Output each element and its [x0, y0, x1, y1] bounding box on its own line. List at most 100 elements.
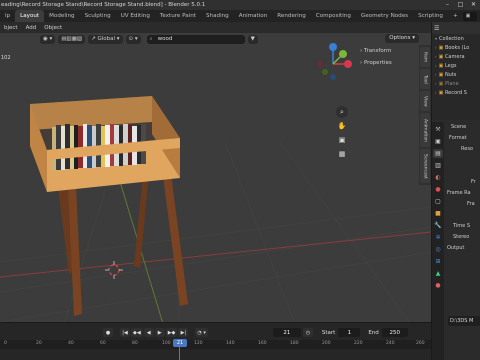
- prop-row-frame: Fr: [471, 179, 476, 185]
- ruler-tick: 220: [354, 341, 363, 346]
- scene-selector[interactable]: ▣: [462, 11, 477, 21]
- object-icon[interactable]: ■: [433, 209, 443, 218]
- outliner-label: Collection: [439, 36, 464, 42]
- outliner-row-camera[interactable]: › ▣ Camera: [432, 52, 480, 61]
- particles-icon[interactable]: ✲: [433, 233, 443, 242]
- output-path-field[interactable]: D:\3DS M: [448, 316, 480, 326]
- current-frame-field[interactable]: 21: [272, 328, 301, 337]
- close-button[interactable]: ✕: [467, 0, 480, 10]
- ruler-tick: 180: [290, 341, 299, 346]
- options-dropdown[interactable]: Options ▾: [385, 34, 419, 43]
- filter-dropdown[interactable]: ▼: [247, 34, 258, 44]
- tab-layout[interactable]: Layout: [15, 10, 45, 22]
- tool-settings-icon[interactable]: ⚒: [433, 125, 443, 134]
- tab-screencast[interactable]: Screencast: [420, 149, 430, 183]
- search-input[interactable]: [146, 34, 245, 44]
- tab-animation[interactable]: Animation: [234, 10, 273, 22]
- panel-properties[interactable]: › Properties: [356, 57, 418, 69]
- tab-modeling[interactable]: Modeling: [44, 10, 79, 22]
- tab-texture-paint[interactable]: Texture Paint: [155, 10, 201, 22]
- ruler-tick: 100: [162, 341, 171, 346]
- use-preview-range-toggle[interactable]: ◷: [302, 328, 313, 337]
- pivot-dropdown[interactable]: ⊙ ▾: [125, 34, 141, 44]
- next-keyframe-button[interactable]: ▶◆: [165, 328, 178, 337]
- timeline-ruler[interactable]: 0 20 40 60 80 100 120 140 160 180 200 22…: [0, 340, 431, 349]
- menu-object[interactable]: Object: [40, 25, 66, 31]
- gizmo-y-axis[interactable]: [339, 50, 347, 58]
- hand-pan-icon[interactable]: ✋: [336, 120, 348, 132]
- material-icon[interactable]: ●: [433, 281, 443, 290]
- menu-add[interactable]: Add: [22, 25, 41, 31]
- options-label: Options: [389, 35, 411, 41]
- constraints-icon[interactable]: ⊞: [433, 257, 443, 266]
- tab-geometry-nodes[interactable]: Geometry Nodes: [356, 10, 413, 22]
- view-layer-icon[interactable]: ▥: [433, 161, 443, 170]
- start-frame-field[interactable]: 1: [338, 328, 361, 337]
- tab-rendering[interactable]: Rendering: [272, 10, 311, 22]
- prop-row-format[interactable]: Format: [445, 133, 480, 144]
- outliner-row-legs[interactable]: › ▣ Legs: [432, 61, 480, 70]
- modifier-wrench-icon[interactable]: 🔧: [433, 221, 443, 230]
- tab-shading[interactable]: Shading: [201, 10, 234, 22]
- prop-row-output[interactable]: Output: [445, 243, 480, 254]
- tab-item[interactable]: Item: [420, 47, 430, 67]
- scene-prop-icon[interactable]: ◐: [433, 173, 443, 182]
- perspective-grid-icon[interactable]: ▦: [336, 148, 348, 160]
- collection-prop-icon[interactable]: ▢: [433, 197, 443, 206]
- tab-tool[interactable]: Tool: [420, 69, 430, 89]
- gizmo-neg-x[interactable]: [317, 61, 323, 67]
- gizmo-neg-z[interactable]: [330, 74, 336, 80]
- navigation-gizmo[interactable]: [317, 43, 352, 80]
- playhead[interactable]: 21: [173, 339, 187, 347]
- outliner-row-nuts[interactable]: › ▣ Nuts: [432, 70, 480, 79]
- tab-sculpting[interactable]: Sculpting: [80, 10, 116, 22]
- playback-mode-dropdown[interactable]: ◔ ▾: [195, 328, 208, 337]
- prev-keyframe-button[interactable]: ◆◀: [131, 328, 143, 337]
- add-workspace-button[interactable]: +: [448, 10, 463, 22]
- zoom-icon[interactable]: ⌕: [336, 106, 348, 118]
- data-icon[interactable]: ▲: [433, 269, 443, 278]
- prop-row-stereoscopy[interactable]: Stereo: [445, 232, 480, 243]
- outliner-row-record-stand[interactable]: › ▣ Record S: [432, 88, 480, 97]
- tab-uv-editing[interactable]: UV Editing: [116, 10, 155, 22]
- render-icon[interactable]: ▣: [433, 137, 443, 146]
- tab-scripting[interactable]: Scripting: [413, 10, 448, 22]
- play-reverse-button[interactable]: ◀: [143, 328, 154, 337]
- 3d-viewport[interactable]: bject Add Object ◉ ▾ ▤▥▦▧ ↗ Global ▾ ⊙ ▾…: [0, 22, 431, 337]
- end-frame-field[interactable]: 250: [381, 328, 408, 337]
- play-button[interactable]: ▶: [154, 328, 165, 337]
- tab-animation-sidebar[interactable]: Animation: [420, 113, 430, 147]
- outliner-row-collection[interactable]: ▾ Collection: [432, 34, 480, 43]
- tab-compositing[interactable]: Compositing: [311, 10, 356, 22]
- gizmo-x-axis[interactable]: [344, 60, 352, 68]
- ruler-tick: 240: [386, 341, 395, 346]
- tab-view[interactable]: View: [420, 91, 430, 111]
- outliner-filter-icon[interactable]: ☰: [434, 25, 439, 32]
- camera-view-icon[interactable]: ▣: [336, 134, 348, 146]
- prop-row-time-stretching[interactable]: Time S: [445, 221, 480, 232]
- minimize-button[interactable]: –: [441, 0, 454, 10]
- jump-start-button[interactable]: |◀: [120, 328, 130, 337]
- viewport-canvas[interactable]: [0, 22, 431, 337]
- outliner-row-plane[interactable]: › ▣ Plane: [432, 79, 480, 88]
- panel-transform[interactable]: › Transform: [356, 45, 418, 57]
- autokey-button[interactable]: ●: [103, 328, 113, 337]
- outliner-label: Record S: [444, 90, 467, 96]
- workspace-bar: lp Layout Modeling Sculpting UV Editing …: [0, 10, 480, 22]
- menu-object-mode[interactable]: bject: [0, 25, 22, 31]
- view-toggle[interactable]: ◉ ▾: [40, 34, 56, 44]
- 3d-cursor[interactable]: [105, 261, 123, 279]
- physics-icon[interactable]: ◎: [433, 245, 443, 254]
- prop-row-frame-rate[interactable]: Frame Ra: [445, 188, 480, 199]
- maximize-button[interactable]: □: [454, 0, 467, 10]
- filter-toggles[interactable]: ▤▥▦▧: [58, 34, 86, 44]
- help-menu[interactable]: lp: [0, 10, 15, 22]
- end-label: End: [368, 329, 379, 336]
- play-reverse-icon: ◀: [146, 329, 151, 336]
- output-icon[interactable]: ▤: [433, 149, 443, 158]
- outliner-row-books[interactable]: › ▣ Books (Lo: [432, 43, 480, 52]
- gizmo-neg-y[interactable]: [322, 69, 328, 75]
- jump-end-button[interactable]: ▶|: [178, 328, 189, 337]
- world-icon[interactable]: ●: [433, 185, 443, 194]
- orientation-dropdown[interactable]: ↗ Global ▾: [88, 34, 123, 44]
